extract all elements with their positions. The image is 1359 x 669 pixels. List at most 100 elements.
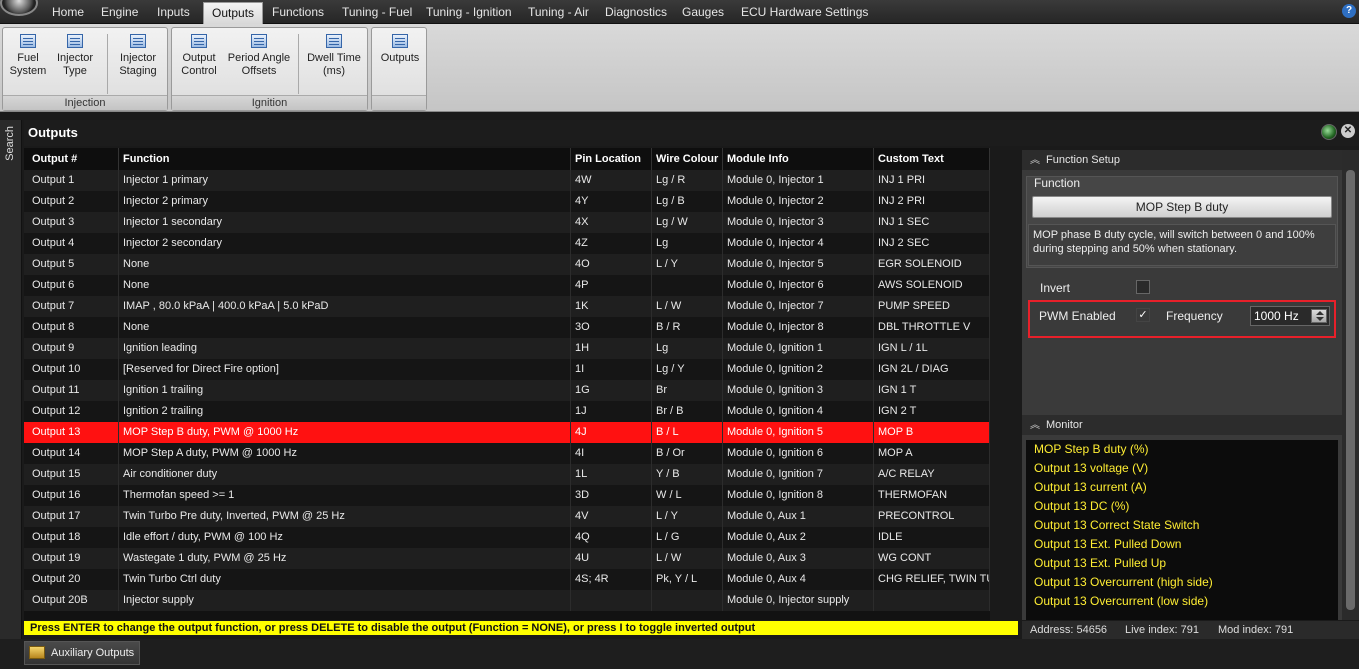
menu-inputs[interactable]: Inputs bbox=[149, 0, 198, 24]
col-pin-location[interactable]: Pin Location bbox=[571, 148, 652, 170]
monitor-item[interactable]: Output 13 Ext. Pulled Up bbox=[1034, 554, 1166, 573]
cell-function: None bbox=[119, 317, 571, 338]
cell-custom-text: INJ 1 SEC bbox=[874, 212, 990, 233]
cell-function: Ignition 1 trailing bbox=[119, 380, 571, 401]
frequency-value: 1000 Hz bbox=[1254, 309, 1299, 323]
menu-functions[interactable]: Functions bbox=[264, 0, 332, 24]
col-wire-colour[interactable]: Wire Colour bbox=[652, 148, 723, 170]
cell-module-info: Module 0, Aux 2 bbox=[723, 527, 874, 548]
menu-engine[interactable]: Engine bbox=[93, 0, 146, 24]
table-row[interactable]: Output 20 Twin Turbo Ctrl duty 4S; 4R Pk, Y… bbox=[24, 569, 990, 590]
table-icon bbox=[251, 34, 267, 48]
function-setup-header[interactable]: ︽ Function Setup bbox=[1022, 150, 1342, 170]
table-row[interactable]: Output 20B Injector supply Module 0, Injec… bbox=[24, 590, 990, 611]
col-function[interactable]: Function bbox=[119, 148, 571, 170]
menu-home[interactable]: Home bbox=[44, 0, 92, 24]
table-row[interactable]: Output 1 Injector 1 primary 4W Lg / R Module… bbox=[24, 170, 990, 191]
menu-ecu-hardware-settings[interactable]: ECU Hardware Settings bbox=[733, 0, 876, 24]
cell-pin-location: 4Z bbox=[571, 233, 652, 254]
monitor-item[interactable]: Output 13 Overcurrent (high side) bbox=[1034, 573, 1213, 592]
menu-diagnostics[interactable]: Diagnostics bbox=[597, 0, 675, 24]
frequency-input[interactable]: 1000 Hz bbox=[1250, 306, 1330, 326]
cell-module-info: Module 0, Injector 7 bbox=[723, 296, 874, 317]
monitor-item[interactable]: Output 13 current (A) bbox=[1034, 478, 1147, 497]
mod-index-readout: Mod index: 791 bbox=[1218, 624, 1294, 636]
invert-checkbox[interactable] bbox=[1136, 280, 1150, 294]
cell-wire-colour: Lg / Y bbox=[652, 359, 723, 380]
table-row[interactable]: Output 18 Idle effort / duty, PWM @ 100 H… bbox=[24, 527, 990, 548]
table-row[interactable]: Output 8 None 3O B / R Module 0, Injector 8D… bbox=[24, 317, 990, 338]
table-row[interactable]: Output 6 None 4P Module 0, Injector 6 AWS SO… bbox=[24, 275, 990, 296]
table-row[interactable]: Output 17 Twin Turbo Pre duty, Inverted, … bbox=[24, 506, 990, 527]
table-row[interactable]: Output 15 Air conditioner duty 1L Y / B Modu… bbox=[24, 464, 990, 485]
injector-type-button[interactable]: Injector Type bbox=[51, 34, 99, 78]
right-panel-scrollbar[interactable] bbox=[1342, 150, 1359, 620]
pwm-enabled-checkbox[interactable]: ✓ bbox=[1136, 308, 1150, 322]
monitor-item[interactable]: Output 13 DC (%) bbox=[1034, 497, 1129, 516]
table-row[interactable]: Output 5 None 4O L / Y Module 0, Injector 5E… bbox=[24, 254, 990, 275]
col-output[interactable]: Output # bbox=[28, 148, 119, 170]
status-indicator-icon[interactable] bbox=[1321, 124, 1337, 140]
monitor-item[interactable]: Output 13 Ext. Pulled Down bbox=[1034, 535, 1181, 554]
auxiliary-outputs-tab[interactable]: Auxiliary Outputs bbox=[24, 641, 140, 665]
cell-wire-colour: Lg / B bbox=[652, 191, 723, 212]
monitor-item[interactable]: MOP Step B duty (%) bbox=[1034, 440, 1149, 459]
cell-custom-text: MOP B bbox=[874, 422, 990, 443]
cell-wire-colour: Lg bbox=[652, 233, 723, 254]
output-control-button[interactable]: Output Control bbox=[176, 34, 222, 78]
menu-tuning-air[interactable]: Tuning - Air bbox=[520, 0, 597, 24]
table-row[interactable]: Output 9 Ignition leading 1H Lg Module 0, Ig… bbox=[24, 338, 990, 359]
ribbon-group-ignition: Output Control Period Angle Offsets Dwel… bbox=[171, 27, 368, 111]
menu-tuning-ignition[interactable]: Tuning - Ignition bbox=[418, 0, 520, 24]
cell-output: Output 18 bbox=[28, 527, 119, 548]
cell-output: Output 20 bbox=[28, 569, 119, 590]
cell-output: Output 16 bbox=[28, 485, 119, 506]
menu-outputs[interactable]: Outputs bbox=[203, 2, 264, 24]
cell-pin-location: 4X bbox=[571, 212, 652, 233]
outputs-button[interactable]: Outputs bbox=[376, 34, 424, 65]
cell-module-info: Module 0, Ignition 6 bbox=[723, 443, 874, 464]
table-icon bbox=[20, 34, 36, 48]
table-row[interactable]: Output 19 Wastegate 1 duty, PWM @ 25 Hz 4U… bbox=[24, 548, 990, 569]
monitor-header[interactable]: ︽ Monitor bbox=[1022, 415, 1342, 435]
ribbon-separator bbox=[298, 34, 299, 94]
col-module-info[interactable]: Module Info bbox=[723, 148, 874, 170]
table-row[interactable]: Output 12 Ignition 2 trailing 1J Br / B Modu… bbox=[24, 401, 990, 422]
cell-wire-colour: Lg / R bbox=[652, 170, 723, 191]
cell-pin-location: 4I bbox=[571, 443, 652, 464]
cell-function: Twin Turbo Pre duty, Inverted, PWM @ 25 … bbox=[119, 506, 571, 527]
function-select-button[interactable]: MOP Step B duty bbox=[1032, 196, 1332, 218]
table-row[interactable]: Output 4 Injector 2 secondary 4Z Lg Module 0… bbox=[24, 233, 990, 254]
table-row[interactable]: Output 2 Injector 2 primary 4Y Lg / B Module… bbox=[24, 191, 990, 212]
invert-label: Invert bbox=[1040, 281, 1071, 295]
period-angle-offsets-button[interactable]: Period Angle Offsets bbox=[224, 34, 294, 78]
table-row[interactable]: Output 10 [Reserved for Direct Fire optio… bbox=[24, 359, 990, 380]
scrollbar-thumb[interactable] bbox=[1346, 170, 1355, 610]
col-custom-text[interactable]: Custom Text bbox=[874, 148, 990, 170]
table-row[interactable]: Output 13 MOP Step B duty, PWM @ 1000 Hz 4… bbox=[24, 422, 990, 443]
dwell-time-button[interactable]: Dwell Time (ms) bbox=[304, 34, 364, 78]
cell-custom-text: IGN 2L / DIAG bbox=[874, 359, 990, 380]
injector-staging-button[interactable]: Injector Staging bbox=[113, 34, 163, 78]
search-side-tab[interactable]: Search bbox=[0, 120, 22, 669]
spinner-icon[interactable] bbox=[1311, 309, 1327, 323]
cell-pin-location: 4S; 4R bbox=[571, 569, 652, 590]
table-scrollbar[interactable] bbox=[990, 148, 1018, 620]
app-logo-icon[interactable] bbox=[0, 0, 38, 16]
table-row[interactable]: Output 16 Thermofan speed >= 1 3D W / L Modu… bbox=[24, 485, 990, 506]
close-icon[interactable]: ✕ bbox=[1341, 124, 1355, 138]
table-row[interactable]: Output 3 Injector 1 secondary 4X Lg / W Modu… bbox=[24, 212, 990, 233]
cell-module-info: Module 0, Ignition 2 bbox=[723, 359, 874, 380]
table-row[interactable]: Output 11 Ignition 1 trailing 1G Br Module 0… bbox=[24, 380, 990, 401]
monitor-item[interactable]: Output 13 Overcurrent (low side) bbox=[1034, 592, 1208, 611]
table-row[interactable]: Output 14 MOP Step A duty, PWM @ 1000 Hz 4… bbox=[24, 443, 990, 464]
monitor-item[interactable]: Output 13 Correct State Switch bbox=[1034, 516, 1199, 535]
panel-title: Outputs bbox=[28, 125, 78, 140]
table-row[interactable]: Output 7 IMAP , 80.0 kPaA | 400.0 kPaA | … bbox=[24, 296, 990, 317]
menu-gauges[interactable]: Gauges bbox=[674, 0, 732, 24]
fuel-system-button[interactable]: Fuel System bbox=[7, 34, 49, 78]
monitor-item[interactable]: Output 13 voltage (V) bbox=[1034, 459, 1148, 478]
help-icon[interactable]: ? bbox=[1342, 4, 1356, 18]
cell-wire-colour: L / Y bbox=[652, 506, 723, 527]
menu-tuning-fuel[interactable]: Tuning - Fuel bbox=[334, 0, 420, 24]
